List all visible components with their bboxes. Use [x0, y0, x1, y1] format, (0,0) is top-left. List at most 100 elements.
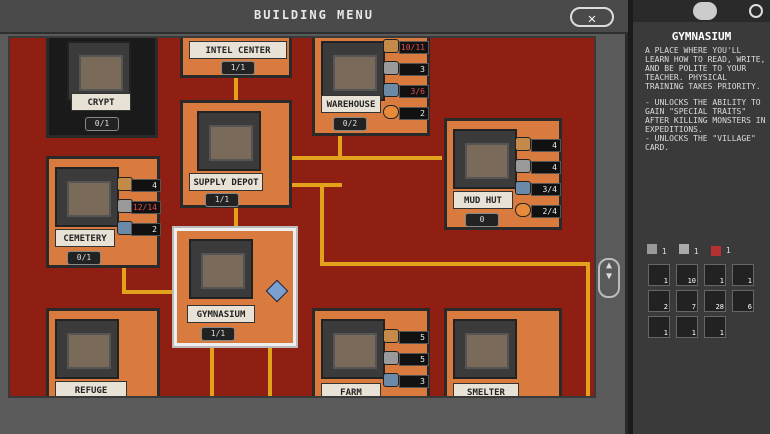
tools-icon — [679, 244, 689, 254]
stat: 12/14 — [131, 201, 161, 214]
road — [320, 262, 590, 266]
card-count: 1/1 — [221, 61, 255, 75]
warehouse-art — [321, 41, 385, 101]
orb-icon — [515, 203, 531, 217]
metal-icon — [515, 181, 531, 195]
farm-art — [321, 319, 385, 379]
gear-icon[interactable] — [749, 4, 763, 18]
gymnasium-art — [189, 239, 253, 299]
slot-count: 1 — [719, 329, 724, 337]
card-intel-center[interactable]: INTEL CENTER 1/1 — [180, 38, 292, 78]
card-farm[interactable]: FARM 5 5 3 — [312, 308, 430, 396]
inventory-slot[interactable]: 1 — [704, 264, 726, 286]
orb-icon — [383, 105, 399, 119]
tag-value: 1 — [693, 247, 699, 256]
road — [586, 262, 590, 396]
stat: 3/4 — [531, 183, 561, 196]
slot-count: 1 — [663, 277, 668, 285]
card-refuge[interactable]: REFUGE — [46, 308, 160, 396]
inventory-slot[interactable]: 1 — [732, 264, 754, 286]
building-menu-window: BUILDING MENU ✕ INTEL CENTER 1/1 CRYPT 0… — [0, 0, 628, 434]
wood-icon — [515, 137, 531, 151]
inventory-slot[interactable]: 1 — [648, 316, 670, 338]
card-label: REFUGE — [55, 381, 127, 396]
card-label: SUPPLY DEPOT — [189, 173, 263, 191]
card-warehouse[interactable]: WAREHOUSE 0/2 10/11 3 3/6 2 — [312, 38, 430, 136]
slot-count: 2 — [663, 303, 668, 311]
house-icon — [647, 244, 657, 254]
slot-count: 1 — [663, 329, 668, 337]
supply-depot-art — [197, 111, 261, 171]
card-count: 0 — [465, 213, 499, 227]
building-board: INTEL CENTER 1/1 CRYPT 0/1 WAREHOUSE 0/2… — [8, 36, 596, 398]
card-label: SMELTER — [453, 383, 519, 396]
road — [292, 156, 442, 160]
metal-icon — [383, 83, 399, 97]
metal-icon — [383, 373, 399, 387]
scroll-control[interactable]: ▲ ▼ — [598, 258, 620, 298]
mud-hut-art — [453, 129, 517, 189]
inventory-slot[interactable]: 7 — [676, 290, 698, 312]
wood-icon — [383, 39, 399, 53]
slot-count: 1 — [691, 329, 696, 337]
stat: 5 — [399, 331, 429, 344]
panel-bullet: - UNLOCKS THE ABILITY TO GAIN "SPECIAL T… — [645, 98, 766, 134]
card-mud-hut[interactable]: MUD HUT 0 4 4 3/4 2/4 — [444, 118, 562, 230]
inventory-slot[interactable]: 1 — [676, 316, 698, 338]
card-label: CRYPT — [71, 93, 131, 111]
card-crypt[interactable]: CRYPT 0/1 — [46, 38, 158, 138]
stat: 3 — [399, 63, 429, 76]
stat: 4 — [131, 179, 161, 192]
stat: 2 — [131, 223, 161, 236]
card-count: 0/1 — [85, 117, 119, 131]
cursor-icon — [265, 279, 289, 303]
slot-count: 10 — [687, 277, 696, 285]
panel-header — [633, 0, 770, 22]
stone-icon — [383, 351, 399, 365]
inventory-grid: 1 10 1 1 2 7 28 6 1 1 1 — [646, 262, 770, 344]
stat: 2 — [399, 107, 429, 120]
stat: 3 — [399, 375, 429, 388]
card-label: FARM — [321, 383, 381, 396]
tag-value: 1 — [725, 246, 731, 255]
scroll-up-icon[interactable]: ▲ — [600, 260, 618, 271]
inventory-slot[interactable]: 1 — [704, 316, 726, 338]
slot-count: 1 — [747, 277, 752, 285]
stat: 4 — [531, 161, 561, 174]
tag-value: 1 — [661, 247, 667, 256]
card-icon — [711, 245, 721, 256]
inventory-slot[interactable]: 6 — [732, 290, 754, 312]
inventory-slot[interactable]: 28 — [704, 290, 726, 312]
slot-count: 1 — [719, 277, 724, 285]
info-panel: GYMNASIUM A PLACE WHERE YOU'LL LEARN HOW… — [633, 0, 770, 434]
stone-icon — [383, 61, 399, 75]
card-label: WAREHOUSE — [321, 95, 381, 113]
card-gymnasium[interactable]: GYMNASIUM 1/1 — [172, 226, 298, 348]
tag-house: 1 — [647, 244, 667, 258]
card-smelter[interactable]: SMELTER — [444, 308, 562, 396]
slot-count: 7 — [691, 303, 696, 311]
wood-icon — [383, 329, 399, 343]
card-cemetery[interactable]: CEMETERY 0/1 4 12/14 2 — [46, 156, 161, 268]
stat: 4 — [531, 139, 561, 152]
card-label: MUD HUT — [453, 191, 513, 209]
tag-card: 1 — [711, 244, 731, 258]
card-label: CEMETERY — [55, 229, 115, 247]
cemetery-art — [55, 167, 119, 227]
scroll-down-icon[interactable]: ▼ — [600, 271, 618, 282]
title-bar: BUILDING MENU ✕ — [0, 0, 628, 34]
panel-title: GYMNASIUM — [671, 30, 732, 43]
tag-tools: 1 — [679, 244, 699, 258]
inventory-slot[interactable]: 2 — [648, 290, 670, 312]
skull-icon — [693, 2, 717, 20]
card-count: 1/1 — [205, 193, 239, 207]
card-count: 0/2 — [333, 117, 367, 131]
inventory-slot[interactable]: 1 — [648, 264, 670, 286]
stat: 10/11 — [399, 41, 429, 54]
inventory-slot[interactable]: 10 — [676, 264, 698, 286]
close-button[interactable]: ✕ — [570, 7, 614, 27]
slot-count: 28 — [715, 303, 724, 311]
panel-bullet: - UNLOCKS THE "VILLAGE" CARD. — [645, 134, 756, 152]
card-supply-depot[interactable]: SUPPLY DEPOT 1/1 — [180, 100, 292, 208]
stat: 3/6 — [399, 85, 429, 98]
